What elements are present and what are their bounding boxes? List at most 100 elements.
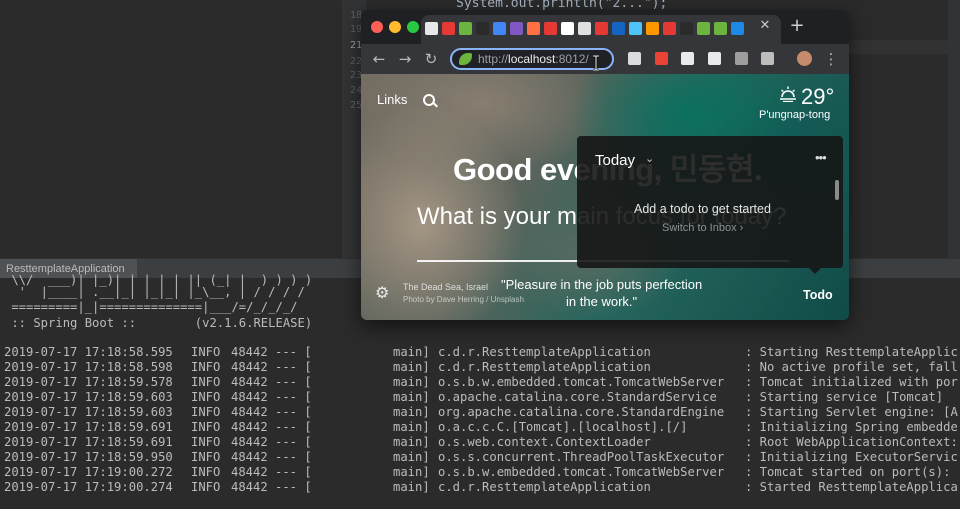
tab-favicon-icon[interactable] xyxy=(680,22,693,35)
quote-line: "Pleasure in the job puts perfection xyxy=(501,277,703,292)
extension-icon[interactable] xyxy=(628,52,641,65)
log-msg: : Root WebApplicationContext: xyxy=(745,435,958,449)
forward-button[interactable]: → xyxy=(395,49,415,69)
log-sep: --- [ xyxy=(275,360,312,374)
log-level: INFO xyxy=(191,390,221,404)
log-sep: --- [ xyxy=(275,390,312,404)
maximize-window-button[interactable] xyxy=(407,21,419,33)
tab-favicon-icon[interactable] xyxy=(595,22,608,35)
close-window-button[interactable] xyxy=(371,21,383,33)
log-logger: o.s.s.concurrent.ThreadPoolTaskExecutor xyxy=(438,450,725,464)
log-logger: c.d.r.ResttemplateApplication xyxy=(438,345,651,359)
log-ts: 2019-07-17 17:18:59.950 xyxy=(4,450,173,464)
quote-line: in the work." xyxy=(566,294,638,309)
switch-to-inbox-link[interactable]: Switch to Inbox › xyxy=(662,222,743,234)
log-sep: --- [ xyxy=(275,420,312,434)
log-thread: main] xyxy=(393,345,430,359)
extension-icon[interactable] xyxy=(735,52,748,65)
momentum-dashboard: Links 29° P'ungnap-tong Good evening, 민동… xyxy=(361,74,849,320)
log-pid: 48442 xyxy=(231,480,268,494)
tab-favicon-icon[interactable] xyxy=(510,22,523,35)
log-thread: main] xyxy=(393,480,430,494)
settings-gear-icon[interactable]: ⚙ xyxy=(375,283,389,303)
log-logger: o.a.c.c.C.[Tomcat].[localhost].[/] xyxy=(438,420,688,434)
log-level: INFO xyxy=(191,465,221,479)
tab-favicon-icon[interactable] xyxy=(425,22,438,35)
profile-avatar-icon[interactable] xyxy=(797,51,812,66)
log-level: INFO xyxy=(191,480,221,494)
log-thread: main] xyxy=(393,450,430,464)
tab-favicon-icon[interactable] xyxy=(493,22,506,35)
log-sep: --- [ xyxy=(275,405,312,419)
reload-button[interactable]: ↻ xyxy=(421,49,441,69)
log-ts: 2019-07-17 17:18:59.603 xyxy=(4,390,173,404)
tab-favicon-icon[interactable] xyxy=(612,22,625,35)
log-msg: : Tomcat initialized with por xyxy=(745,375,958,389)
tab-favicon-icon[interactable] xyxy=(697,22,710,35)
log-sep: --- [ xyxy=(275,465,312,479)
tab-strip: ✕ + xyxy=(361,10,849,44)
tab-favicon-icon[interactable] xyxy=(476,22,489,35)
todo-list-title[interactable]: Today xyxy=(595,152,635,169)
log-sep: --- [ xyxy=(275,375,312,389)
log-level: INFO xyxy=(191,450,221,464)
tab-favicon-icon[interactable] xyxy=(578,22,591,35)
minimize-window-button[interactable] xyxy=(389,21,401,33)
browser-menu-button[interactable]: ⋮ xyxy=(821,49,841,69)
log-level: INFO xyxy=(191,345,221,359)
extension-icon[interactable] xyxy=(681,52,694,65)
log-thread: main] xyxy=(393,375,430,389)
editor-scrollbar[interactable] xyxy=(948,0,960,258)
temperature[interactable]: 29° xyxy=(801,84,834,110)
log-ts: 2019-07-17 17:19:00.272 xyxy=(4,465,173,479)
log-logger: o.s.b.w.embedded.tomcat.TomcatWebServer xyxy=(438,465,725,479)
links-button[interactable]: Links xyxy=(377,92,407,107)
todo-scrollbar[interactable] xyxy=(835,180,839,200)
tab-favicon-icon[interactable] xyxy=(646,22,659,35)
log-pid: 48442 xyxy=(231,390,268,404)
extension-icon[interactable] xyxy=(708,52,721,65)
more-options-icon[interactable]: ••• xyxy=(815,150,827,165)
tab-favicon-icon[interactable] xyxy=(459,22,472,35)
todo-popup: Today ⌄ ••• Add a todo to get started Sw… xyxy=(577,136,843,274)
address-bar[interactable]: http://localhost:8012/ xyxy=(450,48,614,70)
sunset-icon xyxy=(780,86,796,102)
log-pid: 48442 xyxy=(231,360,268,374)
log-msg: : Starting ResttemplateApplic xyxy=(745,345,958,359)
log-msg: : Started ResttemplateApplica xyxy=(745,480,958,494)
back-button[interactable]: ← xyxy=(369,49,389,69)
log-msg: : No active profile set, fall xyxy=(745,360,958,374)
log-sep: --- [ xyxy=(275,450,312,464)
tab-favicon-icon[interactable] xyxy=(527,22,540,35)
photo-location[interactable]: The Dead Sea, Israel xyxy=(403,282,488,292)
log-thread: main] xyxy=(393,420,430,434)
log-ts: 2019-07-17 17:18:59.578 xyxy=(4,375,173,389)
log-sep: --- [ xyxy=(275,345,312,359)
tab-favicon-icon[interactable] xyxy=(544,22,557,35)
tab-favicon-icon[interactable] xyxy=(663,22,676,35)
chevron-down-icon[interactable]: ⌄ xyxy=(645,152,654,165)
log-ts: 2019-07-17 17:19:00.274 xyxy=(4,480,173,494)
log-msg: : Initializing Spring embedde xyxy=(745,420,958,434)
tab-close-icon[interactable]: ✕ xyxy=(757,18,773,34)
new-tab-button[interactable]: + xyxy=(787,16,807,36)
log-sep: --- [ xyxy=(275,480,312,494)
log-ts: 2019-07-17 17:18:59.691 xyxy=(4,435,173,449)
tab-favicon-icon[interactable] xyxy=(629,22,642,35)
search-icon[interactable] xyxy=(423,94,435,106)
todo-button[interactable]: Todo xyxy=(803,288,833,302)
log-thread: main] xyxy=(393,390,430,404)
tab-favicon-icon[interactable] xyxy=(442,22,455,35)
tab-favicon-icon[interactable] xyxy=(561,22,574,35)
log-logger: c.d.r.ResttemplateApplication xyxy=(438,360,651,374)
log-logger: org.apache.catalina.core.StandardEngine xyxy=(438,405,725,419)
extension-icon[interactable] xyxy=(761,52,774,65)
log-msg: : Starting service [Tomcat] xyxy=(745,390,944,404)
log-ts: 2019-07-17 17:18:59.691 xyxy=(4,420,173,434)
extension-icon[interactable] xyxy=(655,52,668,65)
tab-favicon-icon[interactable] xyxy=(731,22,744,35)
banner-line: =========|_|==============|___/=/_/_/_/ xyxy=(4,300,298,314)
tab-favicon-icon[interactable] xyxy=(714,22,727,35)
log-pid: 48442 xyxy=(231,345,268,359)
log-msg: : Starting Servlet engine: [A xyxy=(745,405,958,419)
